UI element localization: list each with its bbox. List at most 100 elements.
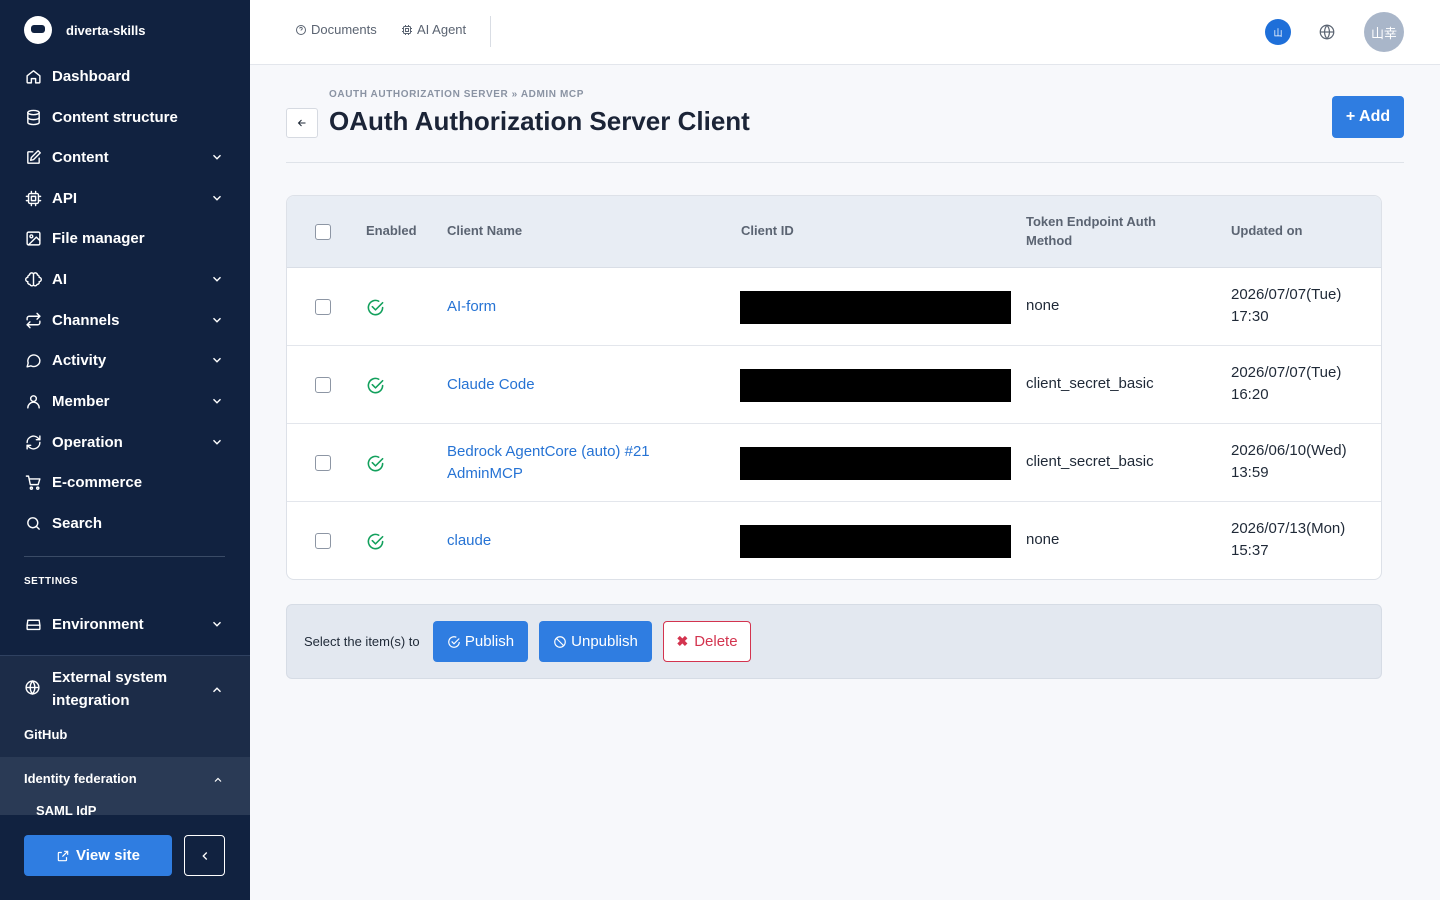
bulk-action-bar: Select the item(s) to Publish Unpublish …	[286, 604, 1382, 679]
ai-agent-link[interactable]: AI Agent	[401, 22, 466, 37]
heading-divider	[286, 162, 1404, 163]
select-all-checkbox[interactable]	[315, 224, 331, 240]
breadcrumb[interactable]: OAUTH AUTHORIZATION SERVER » ADMIN MCP	[329, 89, 584, 100]
sidebar-item-label: Content	[52, 148, 109, 166]
column-header-client-id[interactable]: Client ID	[741, 221, 794, 240]
sidebar-item-label: Environment	[52, 615, 144, 633]
close-icon: ✖	[676, 633, 689, 649]
chevron-down-icon	[210, 150, 224, 164]
chip-icon	[24, 189, 42, 207]
sidebar-item-member[interactable]: Member	[24, 389, 226, 413]
sidebar-item-ecommerce[interactable]: E-commerce	[24, 470, 226, 494]
sidebar-subitem-saml-idp[interactable]: SAML IdP	[36, 803, 96, 815]
external-link-icon	[57, 850, 69, 861]
sidebar-item-content-structure[interactable]: Content structure	[24, 105, 226, 129]
chevron-down-icon	[210, 394, 224, 408]
chevron-up-icon[interactable]	[210, 683, 224, 697]
row-checkbox[interactable]	[315, 455, 331, 471]
table-header: Enabled Client Name Client ID Token Endp…	[287, 196, 1381, 268]
sidebar-item-label: Search	[52, 514, 103, 532]
table-row: claude none 2026/07/13(Mon) 15:37	[287, 502, 1381, 579]
table-row: AI-form none 2026/07/07(Tue) 17:30	[287, 268, 1381, 346]
arrow-left-icon	[297, 119, 306, 127]
database-icon	[24, 108, 42, 126]
search-icon	[24, 514, 42, 532]
ban-icon	[554, 635, 566, 648]
ai-agent-label: AI Agent	[417, 22, 467, 37]
column-header-auth-method[interactable]: Token Endpoint Auth Method	[1026, 212, 1176, 250]
documents-link[interactable]: Documents	[295, 22, 377, 37]
server-icon	[24, 615, 42, 633]
updated-date: 2026/06/10(Wed)	[1231, 442, 1347, 459]
table-row: Bedrock AgentCore (auto) #21 AdminMCP cl…	[287, 424, 1381, 502]
sidebar-item-api[interactable]: API	[24, 186, 226, 210]
sidebar-item-label: Content structure	[52, 108, 178, 126]
sidebar: diverta-skills Dashboard Content structu…	[0, 0, 250, 900]
chevron-down-icon	[210, 353, 224, 367]
view-site-label: View site	[76, 847, 140, 864]
sidebar-item-label: Activity	[52, 351, 107, 369]
row-checkbox[interactable]	[315, 299, 331, 315]
add-button[interactable]: + Add	[1332, 96, 1404, 138]
sidebar-item-ai[interactable]: AI	[24, 267, 226, 291]
sidebar-item-external-integration[interactable]: External system integration	[52, 666, 202, 712]
user-icon	[24, 392, 42, 410]
unpublish-label: Unpublish	[571, 633, 638, 650]
sidebar-item-identity-federation[interactable]: Identity federation	[24, 771, 137, 786]
updated-date: 2026/07/07(Tue)	[1231, 286, 1342, 303]
avatar[interactable]: 山幸	[1364, 12, 1404, 52]
sidebar-item-operation[interactable]: Operation	[24, 430, 226, 454]
sidebar-item-dashboard[interactable]: Dashboard	[24, 64, 226, 88]
sidebar-item-search[interactable]: Search	[24, 511, 226, 535]
updated-time: 15:37	[1231, 542, 1269, 559]
column-header-updated[interactable]: Updated on	[1231, 221, 1303, 240]
user-badge[interactable]: 山	[1265, 19, 1291, 45]
column-header-enabled[interactable]: Enabled	[366, 221, 417, 240]
bulk-action-label: Select the item(s) to	[304, 634, 420, 649]
publish-button[interactable]: Publish	[433, 621, 528, 662]
sidebar-item-file-manager[interactable]: File manager	[24, 226, 226, 250]
updated-on: 2026/07/07(Tue) 17:30	[1231, 284, 1341, 328]
collapse-sidebar-button[interactable]	[184, 835, 225, 876]
sidebar-subitem-github[interactable]: GitHub	[24, 727, 67, 742]
sidebar-item-activity[interactable]: Activity	[24, 348, 226, 372]
sidebar-item-channels[interactable]: Channels	[24, 308, 226, 332]
brand[interactable]: diverta-skills	[24, 16, 146, 44]
language-globe-icon[interactable]	[1318, 23, 1336, 41]
cart-icon	[24, 473, 42, 491]
chip-icon	[402, 24, 412, 35]
updated-time: 17:30	[1231, 308, 1269, 325]
column-header-client-name[interactable]: Client Name	[447, 221, 522, 240]
client-name-link[interactable]: Claude Code	[447, 374, 707, 396]
chat-icon	[24, 351, 42, 369]
home-icon	[24, 67, 42, 85]
client-id-redacted	[740, 291, 1011, 324]
client-name-link[interactable]: AI-form	[447, 296, 707, 318]
updated-on: 2026/07/07(Tue) 16:20	[1231, 362, 1341, 406]
refresh-icon	[24, 433, 42, 451]
back-button[interactable]	[286, 108, 318, 138]
brand-name: diverta-skills	[66, 22, 146, 38]
sidebar-item-content[interactable]: Content	[24, 145, 226, 169]
sidebar-item-label: AI	[52, 270, 67, 288]
enabled-check-icon	[366, 532, 385, 551]
globe-icon	[24, 679, 42, 697]
row-checkbox[interactable]	[315, 377, 331, 393]
publish-label: Publish	[464, 633, 515, 650]
client-id-redacted	[740, 369, 1011, 402]
delete-button[interactable]: ✖ Delete	[663, 621, 751, 662]
unpublish-button[interactable]: Unpublish	[539, 621, 652, 662]
sidebar-item-label: Member	[52, 392, 110, 410]
enabled-check-icon	[366, 376, 385, 395]
view-site-button[interactable]: View site	[24, 835, 172, 876]
client-name-link[interactable]: Bedrock AgentCore (auto) #21 AdminMCP	[447, 441, 687, 485]
chevron-up-icon[interactable]	[212, 773, 224, 785]
sidebar-item-environment[interactable]: Environment	[24, 612, 226, 636]
row-checkbox[interactable]	[315, 533, 331, 549]
clients-table: Enabled Client Name Client ID Token Endp…	[286, 195, 1382, 580]
auth-method: none	[1026, 531, 1060, 548]
chevron-down-icon	[210, 435, 224, 449]
updated-date: 2026/07/07(Tue)	[1231, 364, 1342, 381]
client-name-link[interactable]: claude	[447, 530, 707, 552]
enabled-check-icon	[366, 454, 385, 473]
